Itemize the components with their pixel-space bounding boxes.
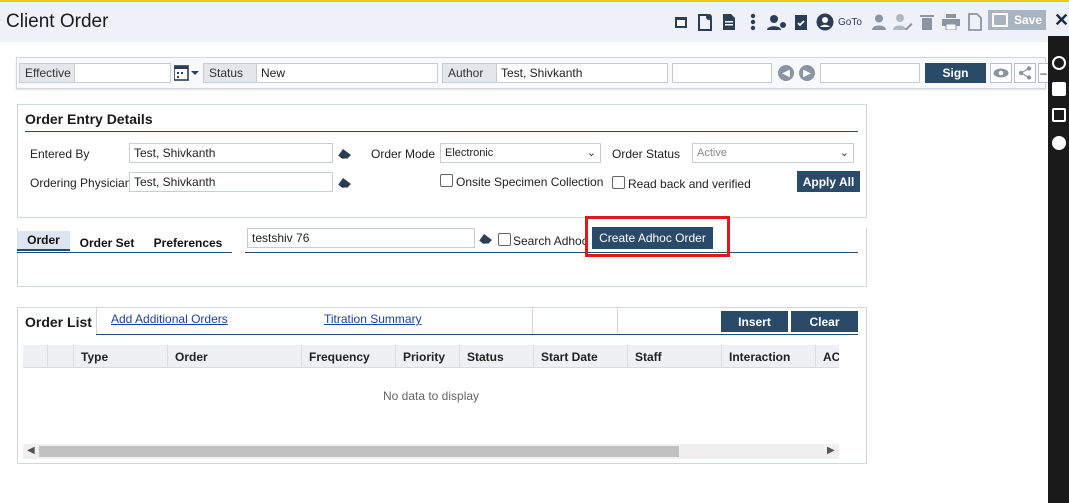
column-header-ack[interactable]: ACK: [815, 345, 839, 368]
gear-icon[interactable]: [1052, 136, 1066, 150]
scroll-left-icon[interactable]: ◀: [27, 445, 35, 456]
chevron-down-icon: ⌄: [839, 147, 849, 159]
search-adhoc-label: Search Adhoc: [513, 234, 588, 248]
order-list-grid-header: Type Order Frequency Priority Status Sta…: [23, 345, 839, 368]
highlight-box: [585, 216, 730, 257]
onsite-specimen-label: Onsite Specimen Collection: [456, 175, 604, 189]
order-status-select[interactable]: Active ⌄: [692, 143, 854, 163]
trash-icon[interactable]: [916, 11, 938, 33]
column-header-start-date[interactable]: Start Date: [533, 345, 627, 368]
apply-all-button[interactable]: Apply All: [797, 171, 860, 192]
order-status-value: Active: [697, 147, 727, 159]
side-tool-strip: [1048, 36, 1069, 503]
entered-by-input[interactable]: Test, Shivkanth: [129, 143, 333, 163]
tab-preferences[interactable]: Preferences: [150, 233, 226, 253]
column-header-status[interactable]: Status: [459, 345, 533, 368]
author-label: Author: [442, 63, 497, 83]
title-bar: Client Order GoTo Save ✕: [0, 2, 1069, 42]
close-icon[interactable]: ✕: [1054, 10, 1069, 31]
read-back-checkbox[interactable]: [612, 176, 625, 189]
eraser-icon[interactable]: [337, 148, 352, 160]
section-divider: [25, 131, 858, 132]
blank-document-icon[interactable]: [964, 11, 986, 33]
person-edit-icon[interactable]: [892, 11, 914, 33]
order-mode-value: Electronic: [445, 147, 494, 159]
order-status-label: Order Status: [612, 147, 681, 161]
order-entry-details-title: Order Entry Details: [25, 111, 153, 127]
previous-arrow-icon[interactable]: ◀: [778, 65, 794, 81]
search-adhoc-checkbox[interactable]: [498, 233, 511, 246]
effective-input[interactable]: [74, 63, 171, 83]
column-header-interaction[interactable]: Interaction: [721, 345, 815, 368]
order-mode-label: Order Mode: [371, 147, 436, 161]
grid-select-column[interactable]: [47, 345, 73, 368]
save-button[interactable]: Save: [988, 10, 1046, 30]
horizontal-scrollbar[interactable]: ◀ ▶: [23, 444, 839, 459]
floppy-icon: [992, 13, 1008, 27]
blank-input-2[interactable]: [820, 63, 920, 83]
tab-order-set[interactable]: Order Set: [75, 233, 139, 253]
column-header-type[interactable]: Type: [73, 345, 167, 368]
ordering-physician-input[interactable]: Test, Shivkanth: [129, 172, 333, 192]
status-label: Status: [203, 63, 257, 83]
column-header-staff[interactable]: Staff: [627, 345, 721, 368]
ordering-physician-label: Ordering Physician: [30, 176, 132, 190]
goto-label[interactable]: GoTo: [838, 17, 862, 28]
clear-button[interactable]: Clear: [791, 311, 858, 332]
account-circle-icon[interactable]: [814, 11, 836, 33]
order-header-row: Effective Status New Author Test, Shivka…: [16, 57, 1048, 89]
order-list-divider: [96, 334, 858, 335]
document-add-icon[interactable]: [694, 11, 716, 33]
chevron-down-icon: ⌄: [586, 147, 596, 159]
column-header-priority[interactable]: Priority: [395, 345, 459, 368]
separator: [617, 308, 618, 334]
tab-order[interactable]: Order: [17, 231, 70, 251]
tabs-underline: [17, 252, 232, 253]
eraser-icon[interactable]: [478, 233, 493, 245]
titration-summary-link[interactable]: Titration Summary: [324, 312, 422, 326]
camera-icon[interactable]: [1052, 56, 1066, 70]
scroll-right-icon[interactable]: ▶: [827, 445, 835, 456]
column-header-order[interactable]: Order: [167, 345, 301, 368]
order-list-title: Order List: [25, 314, 92, 330]
scrollbar-thumb[interactable]: [39, 446, 679, 457]
eye-icon[interactable]: [990, 63, 1012, 83]
column-header-frequency[interactable]: Frequency: [301, 345, 395, 368]
entered-by-label: Entered By: [30, 147, 90, 161]
toolbar: GoTo: [670, 9, 988, 35]
status-input[interactable]: New: [256, 63, 438, 83]
author-input[interactable]: Test, Shivkanth: [496, 63, 668, 83]
video-icon[interactable]: [1052, 82, 1066, 96]
insert-button[interactable]: Insert: [721, 311, 788, 332]
separator: [532, 308, 533, 334]
effective-label: Effective: [19, 63, 75, 83]
blank-input-1[interactable]: [672, 63, 772, 83]
page-title: Client Order: [6, 11, 109, 32]
more-vertical-icon[interactable]: [742, 11, 764, 33]
order-search-input[interactable]: testshiv 76: [247, 228, 475, 248]
read-back-label: Read back and verified: [628, 177, 751, 191]
next-arrow-icon[interactable]: ▶: [799, 65, 815, 81]
share-icon[interactable]: [1014, 63, 1036, 83]
sign-button[interactable]: Sign: [925, 63, 986, 83]
user-settings-icon[interactable]: [766, 11, 788, 33]
order-mode-select[interactable]: Electronic ⌄: [440, 143, 601, 163]
add-additional-orders-link[interactable]: Add Additional Orders: [111, 312, 228, 326]
calendar-dropdown-icon[interactable]: [173, 65, 200, 81]
empty-grid-message: No data to display: [382, 389, 480, 403]
window-icon[interactable]: [1052, 108, 1066, 122]
clipboard-check-icon[interactable]: [790, 11, 812, 33]
tabs-divider: [245, 252, 858, 253]
eraser-icon[interactable]: [337, 177, 352, 189]
calendar-icon[interactable]: [670, 11, 692, 33]
save-label: Save: [1014, 13, 1043, 27]
expand-icon[interactable]: –: [1038, 63, 1048, 83]
document-icon[interactable]: [718, 11, 740, 33]
print-icon[interactable]: [940, 11, 962, 33]
separator: [96, 308, 97, 334]
person-icon[interactable]: [868, 11, 890, 33]
onsite-specimen-checkbox[interactable]: [440, 174, 453, 187]
